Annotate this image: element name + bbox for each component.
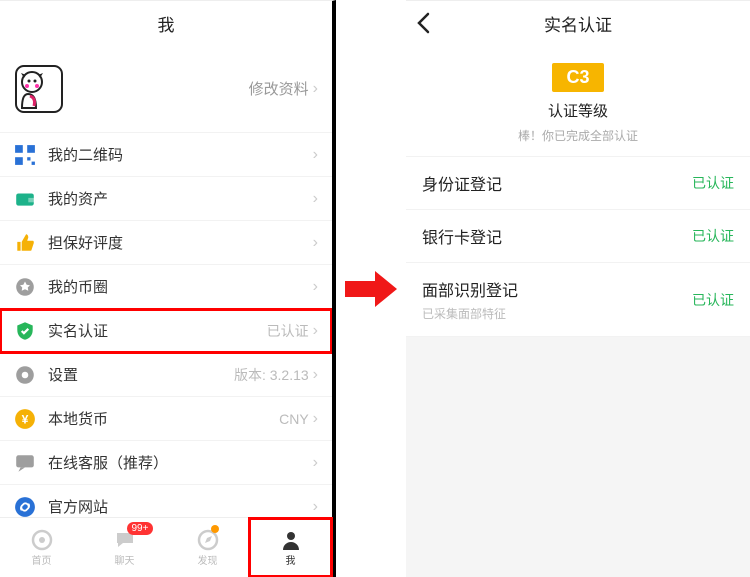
chevron-right-icon: ›: [313, 80, 318, 98]
tab-chat[interactable]: 99+ 聊天: [83, 518, 166, 577]
left-screen: 我 修改资料 › 我的二维码›我的资产›担保好评度›我的币圈›实名认证已认证›设…: [0, 0, 336, 577]
chevron-right-icon: ›: [313, 366, 318, 384]
notification-dot: [211, 525, 219, 533]
right-screen: 实名认证 C3 认证等级 棒！你已完成全部认证 身份证登记已认证银行卡登记已认证…: [406, 0, 750, 577]
menu-row-coin[interactable]: ¥ 本地货币CNY›: [0, 397, 332, 441]
left-header: 我: [0, 1, 332, 45]
right-header: 实名认证: [406, 1, 750, 45]
tab-label: 聊天: [115, 552, 135, 567]
edit-profile-link[interactable]: 修改资料 ›: [249, 78, 318, 99]
chat-icon: [14, 452, 36, 474]
cert-summary: C3 认证等级 棒！你已完成全部认证: [406, 45, 750, 157]
menu-row-shield[interactable]: 实名认证已认证›: [0, 309, 332, 353]
chevron-right-icon: ›: [313, 454, 318, 472]
menu-label: 实名认证: [48, 320, 267, 341]
tab-label: 首页: [32, 552, 52, 567]
tab-bar: 首页 99+ 聊天 发现 我: [0, 517, 332, 577]
left-title: 我: [158, 11, 175, 36]
profile-row[interactable]: 修改资料 ›: [0, 45, 332, 133]
thumb-icon: [14, 232, 36, 254]
right-empty-area: [406, 337, 750, 577]
avatar: [14, 64, 64, 114]
cert-badge: C3: [552, 63, 603, 92]
svg-text:¥: ¥: [22, 412, 29, 426]
cert-title: 身份证登记: [422, 171, 692, 195]
menu-label: 我的币圈: [48, 276, 313, 297]
menu-label: 担保好评度: [48, 232, 313, 253]
cert-msg: 棒！你已完成全部认证: [406, 127, 750, 144]
menu-row-qr[interactable]: 我的二维码›: [0, 133, 332, 177]
menu-label: 在线客服（推荐）: [48, 452, 313, 473]
right-title: 实名认证: [544, 11, 612, 36]
chevron-right-icon: ›: [313, 322, 318, 340]
cert-sub: 已采集面部特征: [422, 305, 692, 322]
gear-icon: [14, 364, 36, 386]
tab-me[interactable]: 我: [249, 518, 332, 577]
chevron-right-icon: ›: [313, 498, 318, 516]
chevron-right-icon: ›: [313, 410, 318, 428]
link-icon: [14, 496, 36, 518]
badge: 99+: [127, 522, 154, 535]
menu-row-link[interactable]: 官方网站›: [0, 485, 332, 517]
me-icon: [279, 528, 303, 552]
cert-title: 面部识别登记: [422, 277, 692, 301]
menu-row-gear[interactable]: 设置版本: 3.2.13›: [0, 353, 332, 397]
cert-row[interactable]: 身份证登记已认证: [406, 157, 750, 210]
cert-row[interactable]: 银行卡登记已认证: [406, 210, 750, 263]
menu-row-chat[interactable]: 在线客服（推荐）›: [0, 441, 332, 485]
wallet-icon: [14, 188, 36, 210]
qr-icon: [14, 144, 36, 166]
home-icon: [30, 528, 54, 552]
cert-status: 已认证: [692, 173, 734, 193]
menu-label: 我的二维码: [48, 144, 313, 165]
menu-label: 官方网站: [48, 496, 313, 517]
tab-home[interactable]: 首页: [0, 518, 83, 577]
menu-row-circle[interactable]: 我的币圈›: [0, 265, 332, 309]
menu-label: 我的资产: [48, 188, 313, 209]
chevron-right-icon: ›: [313, 190, 318, 208]
cert-level-label: 认证等级: [406, 100, 750, 121]
menu-label: 设置: [48, 364, 234, 385]
menu-value: CNY: [279, 411, 309, 427]
shield-icon: [14, 320, 36, 342]
cert-status: 已认证: [692, 290, 734, 310]
cert-title: 银行卡登记: [422, 224, 692, 248]
tab-discover[interactable]: 发现: [166, 518, 249, 577]
cert-list: 身份证登记已认证银行卡登记已认证面部识别登记已采集面部特征已认证: [406, 157, 750, 337]
chevron-right-icon: ›: [313, 146, 318, 164]
menu-value: 已认证: [267, 321, 309, 341]
tab-label: 我: [286, 552, 296, 567]
tab-label: 发现: [198, 552, 218, 567]
menu-row-thumb[interactable]: 担保好评度›: [0, 221, 332, 265]
menu-value: 版本: 3.2.13: [234, 365, 309, 385]
cert-row[interactable]: 面部识别登记已采集面部特征已认证: [406, 263, 750, 337]
chevron-right-icon: ›: [313, 278, 318, 296]
menu-list: 我的二维码›我的资产›担保好评度›我的币圈›实名认证已认证›设置版本: 3.2.…: [0, 133, 332, 517]
circle-icon: [14, 276, 36, 298]
coin-icon: ¥: [14, 408, 36, 430]
menu-row-wallet[interactable]: 我的资产›: [0, 177, 332, 221]
transition-arrow: [336, 0, 406, 577]
menu-label: 本地货币: [48, 408, 279, 429]
chevron-right-icon: ›: [313, 234, 318, 252]
back-button[interactable]: [416, 1, 430, 45]
cert-status: 已认证: [692, 226, 734, 246]
